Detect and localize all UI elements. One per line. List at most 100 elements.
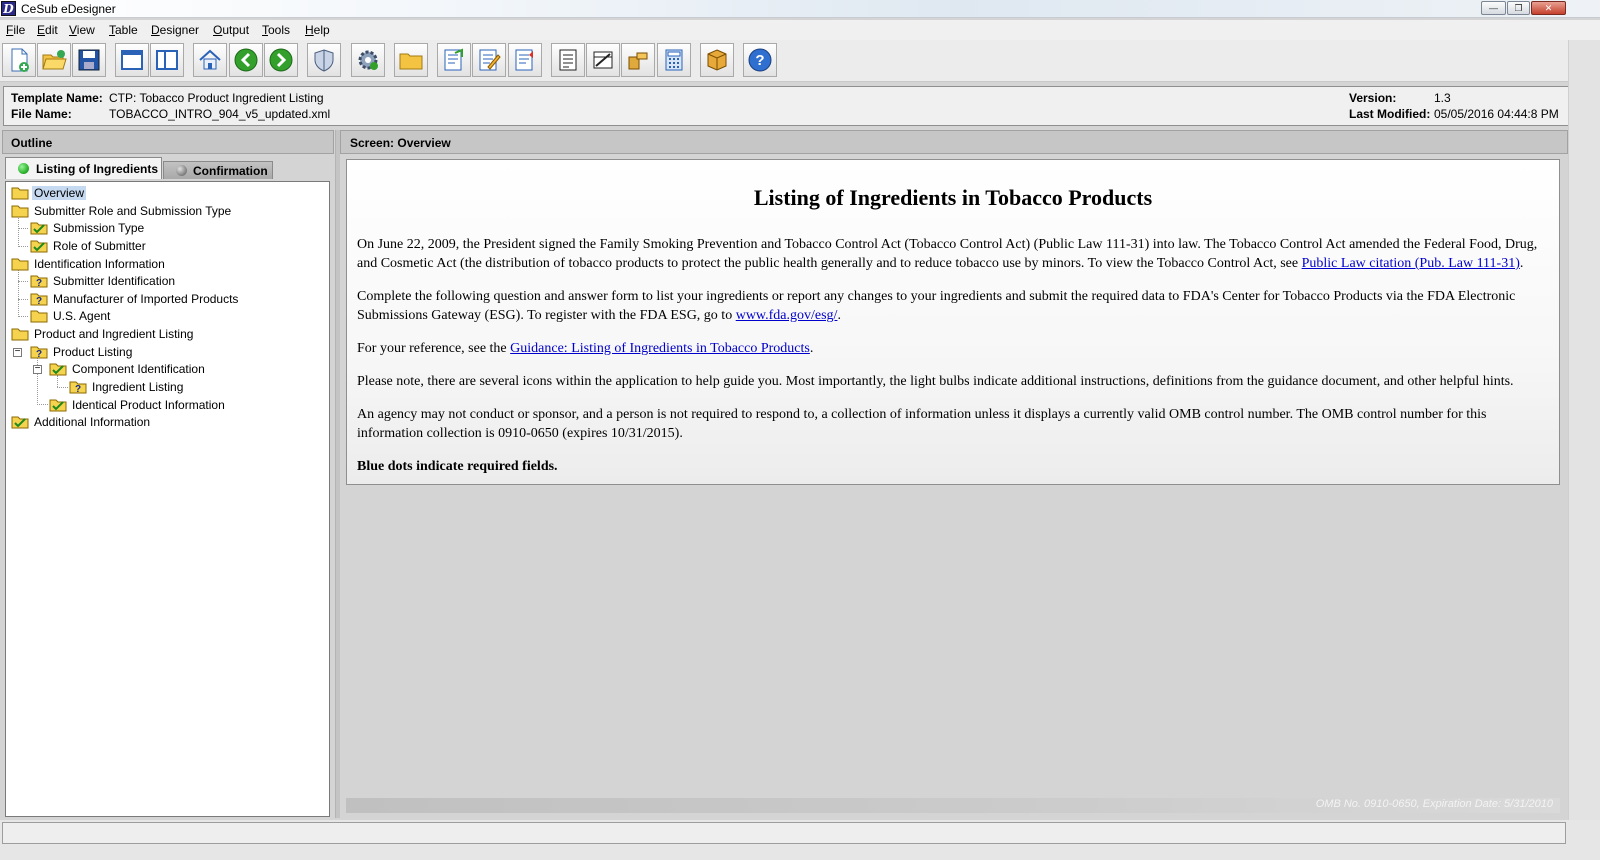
design-button[interactable]	[586, 43, 620, 77]
tree-item-component-identification[interactable]: Component Identification	[49, 360, 207, 377]
tree-item-role-of-submitter[interactable]: Role of Submitter	[30, 237, 148, 254]
open-button[interactable]	[37, 43, 71, 77]
tree-item-label: Manufacturer of Imported Products	[53, 291, 239, 306]
settings-button[interactable]	[351, 43, 385, 77]
validate-button[interactable]	[307, 43, 341, 77]
fda-esg-link[interactable]: www.fda.gov/esg/	[736, 308, 838, 323]
tree-item-label: Product and Ingredient Listing	[34, 326, 194, 341]
tree-connector	[18, 216, 19, 247]
tree-item-additional-information[interactable]: Additional Information	[11, 413, 152, 430]
template-name-value: CTP: Tobacco Product Ingredient Listing	[109, 91, 324, 105]
guidance-link[interactable]: Guidance: Listing of Ingredients in Toba…	[510, 341, 810, 356]
collapse-toggle[interactable]: −	[33, 364, 42, 374]
window-title: CeSub eDesigner	[21, 2, 116, 16]
tree-item-manufacturer-imported[interactable]: ? Manufacturer of Imported Products	[30, 290, 240, 307]
package-button[interactable]	[700, 43, 734, 77]
paragraph-text: .	[809, 341, 814, 356]
icons-note-paragraph: Please note, there are several icons wit…	[357, 374, 1514, 389]
status-dot-icon	[176, 165, 187, 176]
stamp-icon	[628, 52, 648, 70]
menu-edit[interactable]: Edit	[37, 23, 58, 37]
tree-item-submission-type[interactable]: Submission Type	[30, 219, 146, 236]
calculator-button[interactable]	[657, 43, 691, 77]
svg-text:?: ?	[75, 384, 81, 394]
tab-label: Confirmation	[193, 164, 268, 178]
intro-paragraph: On June 22, 2009, the President signed t…	[357, 235, 1549, 273]
svg-text:?: ?	[755, 52, 764, 69]
save-button[interactable]	[72, 43, 106, 77]
tree-item-ingredient-listing[interactable]: ? Ingredient Listing	[69, 378, 185, 395]
folder-button[interactable]	[394, 43, 428, 77]
file-name-value: TOBACCO_INTRO_904_v5_updated.xml	[109, 107, 331, 121]
tree-item-submitter-role[interactable]: Submitter Role and Submission Type	[11, 202, 233, 219]
question-folder-icon: ?	[30, 346, 48, 359]
tree-connector	[18, 281, 28, 282]
question-folder-icon: ?	[69, 381, 87, 394]
tree-connector	[57, 387, 68, 388]
tree-item-label: U.S. Agent	[53, 308, 111, 323]
minimize-button[interactable]: —	[1481, 1, 1506, 15]
export-button[interactable]	[437, 43, 471, 77]
collapse-toggle[interactable]: −	[13, 347, 22, 357]
close-button[interactable]: ✕	[1531, 1, 1566, 15]
split-view-button[interactable]	[150, 43, 184, 77]
help-button[interactable]: ?	[743, 43, 777, 77]
tree-item-overview[interactable]: Overview	[11, 184, 87, 201]
tab-confirmation[interactable]: Confirmation	[163, 161, 273, 179]
tree-item-us-agent[interactable]: U.S. Agent	[30, 307, 112, 324]
window-icon	[121, 50, 143, 70]
window-view-button[interactable]	[115, 43, 149, 77]
screen-pane: Screen: Overview Listing of Ingredients …	[340, 130, 1568, 818]
back-button[interactable]	[229, 43, 263, 77]
reference-paragraph: For your reference, see the Guidance: Li…	[357, 339, 1549, 358]
new-document-button[interactable]	[2, 43, 36, 77]
stamp-button[interactable]	[621, 43, 655, 77]
instructions-paragraph: Complete the following question and answ…	[357, 287, 1549, 325]
page-title: Listing of Ingredients in Tobacco Produc…	[753, 185, 1153, 210]
menu-designer[interactable]: Designer	[151, 23, 199, 37]
folder-icon	[399, 53, 423, 70]
tree-item-label: Product Listing	[53, 344, 133, 359]
tree-item-product-listing[interactable]: ? Product Listing	[30, 343, 134, 360]
folder-icon	[11, 187, 29, 199]
import-button[interactable]	[508, 43, 542, 77]
outline-tree: − − Overview Submitter Role and Submissi…	[5, 181, 330, 817]
menu-table[interactable]: Table	[109, 23, 138, 37]
required-fields-note: Blue dots indicate required fields.	[357, 459, 558, 474]
menu-output[interactable]: Output	[213, 23, 249, 37]
home-icon	[199, 49, 221, 70]
menu-tools[interactable]: Tools	[262, 23, 290, 37]
last-modified-label: Last Modified:	[1349, 107, 1431, 121]
edit-button[interactable]	[472, 43, 506, 77]
folder-icon	[11, 328, 29, 340]
paragraph-text: .	[837, 308, 841, 323]
tree-item-identification-information[interactable]: Identification Information	[11, 255, 167, 272]
forward-button[interactable]	[264, 43, 298, 77]
folder-icon	[11, 205, 29, 217]
menu-view[interactable]: View	[69, 23, 95, 37]
export-icon	[444, 48, 463, 71]
arrow-right-icon	[269, 48, 293, 72]
file-name-label: File Name:	[11, 107, 72, 121]
split-pane-icon	[156, 50, 178, 70]
maximize-button[interactable]: ❐	[1507, 1, 1530, 15]
tree-item-submitter-identification[interactable]: ? Submitter Identification	[30, 272, 177, 289]
tab-listing-of-ingredients[interactable]: Listing of Ingredients	[5, 157, 162, 179]
window-frame-right	[1568, 40, 1600, 860]
overview-content: Listing of Ingredients in Tobacco Produc…	[346, 159, 1560, 485]
version-label: Version:	[1349, 91, 1397, 105]
tree-item-label: Submitter Role and Submission Type	[34, 203, 232, 218]
report-button[interactable]	[551, 43, 585, 77]
tree-item-product-ingredient-listing[interactable]: Product and Ingredient Listing	[11, 325, 195, 342]
tree-item-identical-product[interactable]: Identical Product Information	[49, 396, 227, 413]
menu-help[interactable]: Help	[305, 23, 330, 37]
new-document-icon	[11, 48, 29, 72]
template-name-label: Template Name:	[11, 91, 103, 105]
import-icon	[515, 49, 533, 71]
check-folder-icon	[30, 240, 48, 252]
home-button[interactable]	[193, 43, 227, 77]
public-law-link[interactable]: Public Law citation (Pub. Law 111-31)	[1302, 256, 1520, 271]
tree-connector	[18, 246, 28, 247]
app-icon: D	[1, 1, 16, 16]
menu-file[interactable]: File	[6, 23, 25, 37]
